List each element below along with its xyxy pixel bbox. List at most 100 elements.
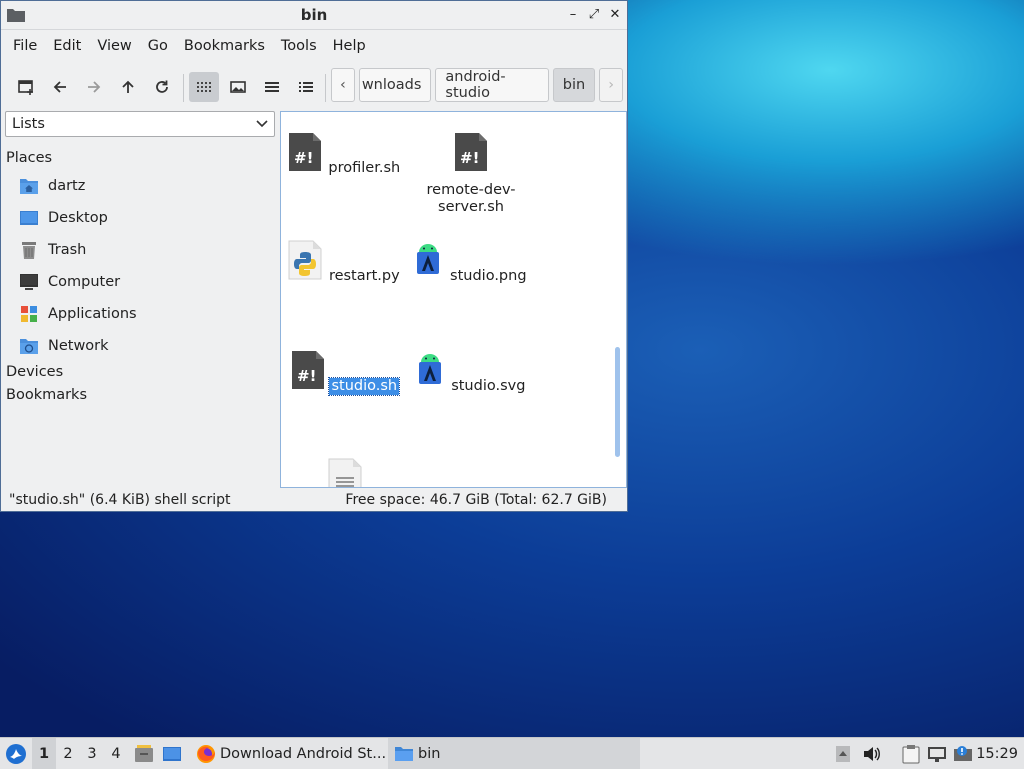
file-item[interactable]: #! studio.sh bbox=[285, 350, 405, 396]
side-pane-mode-select[interactable]: Lists bbox=[5, 111, 275, 137]
text-file-icon bbox=[328, 458, 362, 487]
file-view[interactable]: #! profiler.sh #! remote-dev- server.sh … bbox=[280, 111, 627, 488]
sidebar-item-desktop[interactable]: Desktop bbox=[5, 202, 277, 234]
back-icon bbox=[53, 81, 66, 93]
thumbnail-view-button[interactable] bbox=[223, 72, 253, 102]
shell-script-icon: #! bbox=[455, 133, 487, 171]
devices-header[interactable]: Devices bbox=[5, 364, 277, 387]
sidebar-item-computer[interactable]: Computer bbox=[5, 266, 277, 298]
maximize-button[interactable]: ⤢ bbox=[586, 7, 602, 23]
svg-text:#!: #! bbox=[460, 149, 479, 167]
task-firefox[interactable]: Download Android St... bbox=[190, 738, 392, 769]
task-label: Download Android St... bbox=[220, 745, 387, 762]
toolbar-separator bbox=[325, 74, 326, 102]
up-icon bbox=[122, 80, 134, 93]
menu-bookmarks[interactable]: Bookmarks bbox=[176, 38, 273, 54]
file-manager-icon bbox=[135, 744, 153, 762]
taskbar: 1 2 3 4 Download Android St... bin 15:29 bbox=[0, 737, 1024, 769]
up-button[interactable] bbox=[113, 72, 143, 102]
icon-view-icon bbox=[197, 82, 211, 92]
sidebar-item-label: Computer bbox=[48, 274, 121, 290]
places-header[interactable]: Places bbox=[5, 150, 277, 170]
back-button[interactable] bbox=[45, 72, 75, 102]
file-item[interactable]: #! remote-dev- server.sh bbox=[411, 132, 531, 216]
breadcrumb-item-downloads[interactable]: wnloads bbox=[358, 68, 432, 102]
chevron-right-icon: › bbox=[608, 77, 614, 93]
breadcrumb-item-android-studio[interactable]: android-studio bbox=[435, 68, 549, 102]
volume-button[interactable] bbox=[862, 738, 882, 769]
trash-icon bbox=[22, 242, 36, 259]
breadcrumb-item-bin[interactable]: bin bbox=[552, 68, 596, 102]
bookmarks-header[interactable]: Bookmarks bbox=[5, 387, 277, 410]
file-name: studio.svg bbox=[451, 378, 526, 394]
detailed-list-view-button[interactable] bbox=[291, 72, 321, 102]
menu-view[interactable]: View bbox=[89, 38, 139, 54]
clipboard-button[interactable] bbox=[900, 738, 922, 769]
quicklaunch-desktop[interactable] bbox=[161, 738, 183, 769]
svg-text:#!: #! bbox=[294, 149, 313, 167]
workspace-4[interactable]: 4 bbox=[104, 738, 128, 769]
menu-help[interactable]: Help bbox=[325, 38, 374, 54]
sidebar-item-label: Network bbox=[48, 338, 109, 354]
desktop-icon bbox=[20, 211, 38, 225]
minimize-button[interactable]: – bbox=[565, 7, 581, 23]
tray-expand-button[interactable] bbox=[834, 738, 852, 769]
clipboard-icon bbox=[902, 744, 920, 763]
workspace-3[interactable]: 3 bbox=[80, 738, 104, 769]
menu-go[interactable]: Go bbox=[140, 38, 176, 54]
close-button[interactable]: ✕ bbox=[607, 7, 623, 23]
menu-bar: File Edit View Go Bookmarks Tools Help bbox=[1, 30, 627, 62]
compact-view-button[interactable] bbox=[257, 72, 287, 102]
status-bar: "studio.sh" (6.4 KiB) shell script Free … bbox=[1, 489, 627, 511]
android-studio-icon bbox=[418, 354, 441, 384]
chevron-left-icon: ‹ bbox=[340, 77, 346, 93]
shell-script-icon: #! bbox=[291, 351, 324, 389]
forward-button[interactable] bbox=[79, 72, 109, 102]
network-wired-icon bbox=[928, 746, 946, 762]
show-desktop-icon bbox=[163, 746, 181, 761]
sidebar-item-trash[interactable]: Trash bbox=[5, 234, 277, 266]
svg-text:#!: #! bbox=[297, 367, 316, 385]
menu-tools[interactable]: Tools bbox=[273, 38, 325, 54]
file-item[interactable]: studio.png bbox=[411, 244, 531, 285]
compact-view-icon bbox=[265, 82, 279, 92]
file-item[interactable] bbox=[285, 458, 405, 487]
menu-edit[interactable]: Edit bbox=[45, 38, 89, 54]
file-manager-window: bin – ⤢ ✕ File Edit View Go Bookmarks To… bbox=[0, 0, 628, 512]
vertical-scrollbar[interactable] bbox=[615, 347, 620, 457]
new-tab-button[interactable] bbox=[11, 72, 41, 102]
quicklaunch-file-manager[interactable] bbox=[133, 738, 155, 769]
task-file-manager-bin[interactable]: bin bbox=[388, 738, 640, 769]
breadcrumb-scroll-left-button[interactable]: ‹ bbox=[331, 68, 355, 102]
title-bar[interactable]: bin – ⤢ ✕ bbox=[1, 1, 627, 30]
reload-button[interactable] bbox=[147, 72, 177, 102]
menu-file[interactable]: File bbox=[5, 38, 45, 54]
detailed-list-view-icon bbox=[299, 82, 313, 92]
icon-view-button[interactable] bbox=[189, 72, 219, 102]
file-name: restart.py bbox=[328, 268, 400, 284]
task-label: bin bbox=[418, 745, 441, 762]
toolbar-separator bbox=[183, 74, 184, 102]
side-pane-mode-value: Lists bbox=[12, 116, 45, 132]
file-item[interactable]: studio.svg bbox=[411, 354, 531, 395]
file-item[interactable]: #! profiler.sh bbox=[285, 132, 405, 177]
sidebar-item-home[interactable]: dartz bbox=[5, 170, 277, 202]
sidebar-item-label: Desktop bbox=[48, 210, 108, 226]
python-file-icon bbox=[288, 240, 322, 280]
file-item[interactable]: restart.py bbox=[285, 240, 405, 285]
sidebar-item-network[interactable]: Network bbox=[5, 330, 277, 362]
shell-script-icon: #! bbox=[288, 133, 321, 171]
update-notifier-button[interactable] bbox=[952, 738, 974, 769]
chevron-down-icon bbox=[256, 120, 268, 128]
network-tray-button[interactable] bbox=[926, 738, 948, 769]
thumbnail-view-icon bbox=[230, 81, 246, 93]
workspace-2[interactable]: 2 bbox=[56, 738, 80, 769]
breadcrumb-scroll-right-button[interactable]: › bbox=[599, 68, 623, 102]
tray-arrow-up-icon bbox=[836, 745, 850, 762]
sidebar-item-applications[interactable]: Applications bbox=[5, 298, 277, 330]
start-menu-button[interactable] bbox=[4, 738, 28, 769]
android-studio-icon bbox=[417, 244, 440, 274]
sidebar-item-label: Applications bbox=[48, 306, 137, 322]
clock[interactable]: 15:29 bbox=[976, 738, 1018, 769]
workspace-1[interactable]: 1 bbox=[32, 738, 56, 769]
